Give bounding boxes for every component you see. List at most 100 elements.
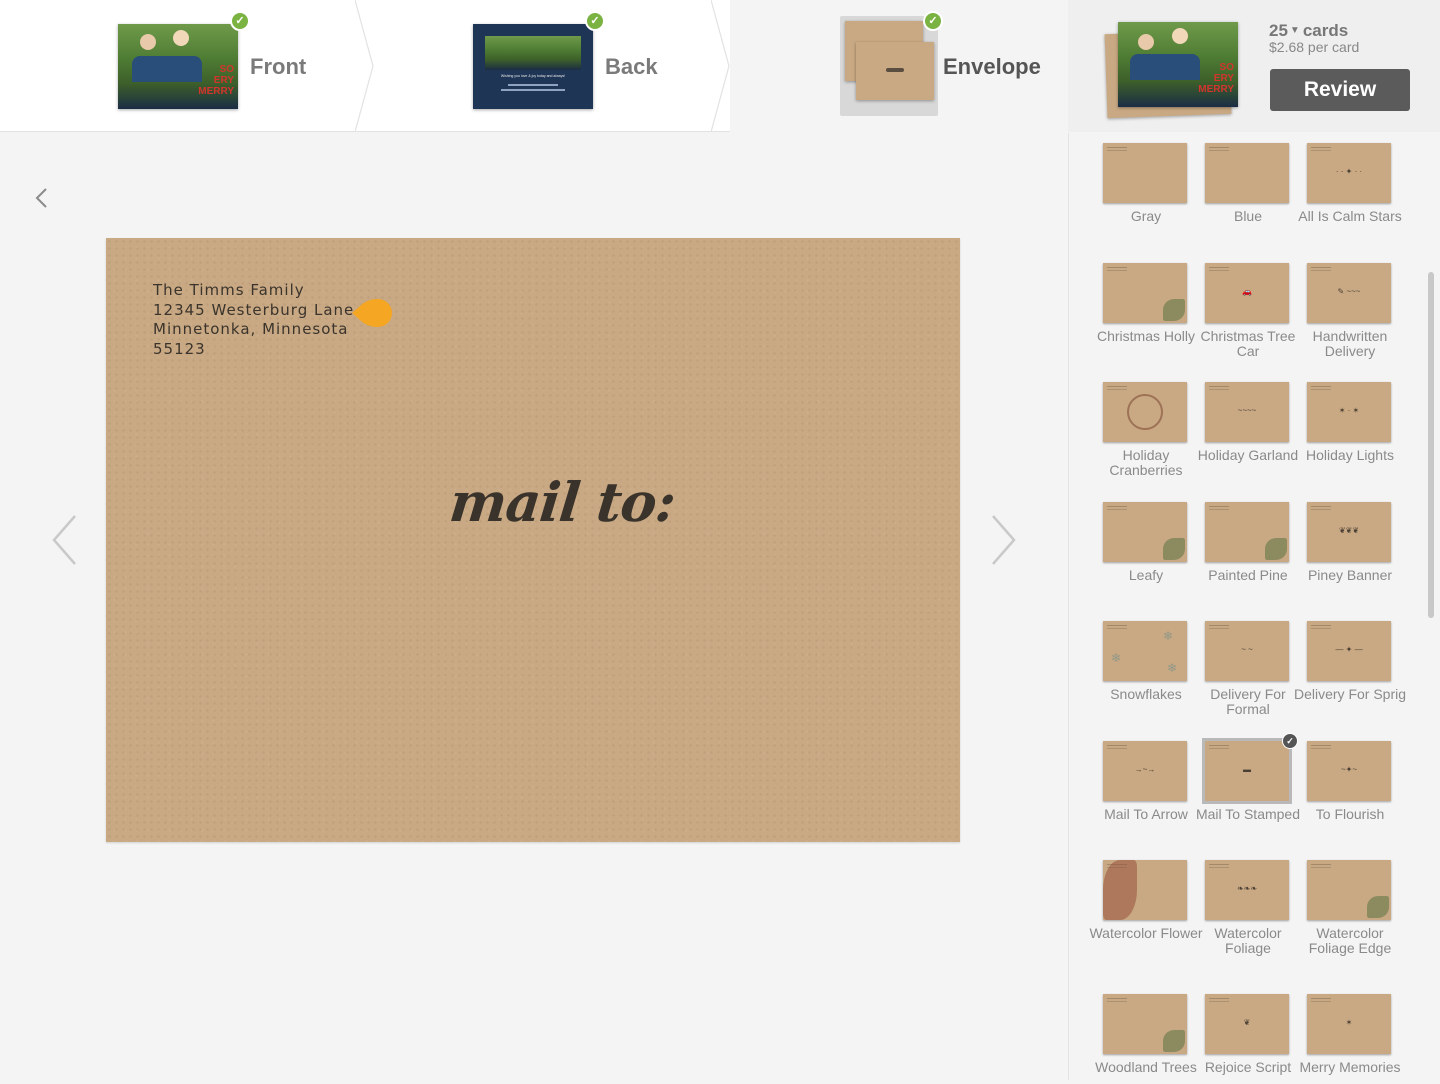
swatch-address-lines	[1209, 745, 1229, 749]
swatch-address-lines	[1209, 147, 1229, 151]
envelope-option-swatch	[1103, 994, 1187, 1054]
envelope-option[interactable]: Watercolor Flower	[1089, 860, 1203, 950]
envelope-option[interactable]: ❧❧❧ Watercolor Foliage	[1202, 860, 1302, 955]
swatch-address-lines	[1209, 386, 1229, 390]
envelope-option-swatch	[1103, 860, 1187, 920]
next-design-chevron-right-icon[interactable]	[988, 514, 1018, 566]
envelope-option[interactable]: ✎ ~~~ Handwritten Delivery	[1304, 263, 1404, 358]
envelope-option[interactable]: 🚗 Christmas Tree Car	[1201, 263, 1302, 358]
envelope-option[interactable]: →~→ Mail To Arrow	[1100, 741, 1200, 831]
swatch-decoration: ✶	[1345, 1018, 1353, 1027]
envelope-option-label: Leafy	[1128, 567, 1164, 583]
envelope-option[interactable]: Christmas Holly	[1097, 263, 1200, 353]
review-button[interactable]: Review	[1270, 69, 1410, 111]
step-divider	[711, 0, 730, 132]
envelope-option[interactable]: ❦ Rejoice Script	[1202, 994, 1302, 1084]
edit-marker-icon[interactable]	[350, 297, 396, 329]
swatch-address-lines	[1311, 267, 1331, 271]
step-back[interactable]: Wishing you love & joy today and always!…	[375, 0, 730, 132]
return-address[interactable]: The Timms Family 12345 Westerburg Lane M…	[153, 281, 354, 359]
envelope-option-swatch: — ✦ —	[1307, 621, 1391, 681]
step-bar: SO ERY MERRY ✓ Front Wishing you love & …	[0, 0, 1440, 132]
swatch-address-lines	[1107, 267, 1127, 271]
quantity-value: 25	[1269, 21, 1288, 40]
step-envelope[interactable]: ✓ Envelope	[730, 0, 1068, 132]
envelope-option[interactable]: Gray	[1100, 143, 1200, 233]
snowflake-icon: ❄	[1163, 629, 1174, 643]
envelope-option-label: Holiday Cranberries	[1109, 447, 1183, 478]
envelope-preview: The Timms Family 12345 Westerburg Lane M…	[106, 238, 960, 842]
chevron-left-icon[interactable]	[30, 186, 54, 210]
envelope-option-swatch: · · ✦ · ·	[1307, 143, 1391, 203]
return-address-line: Minnetonka, Minnesota	[153, 320, 349, 338]
envelope-option[interactable]: ✶ Merry Memories	[1299, 994, 1404, 1084]
envelope-option-label: Woodland Trees	[1095, 1059, 1197, 1075]
swatch-address-lines	[1107, 386, 1127, 390]
envelope-option[interactable]: ▬ Mail To Stamped ✓	[1196, 733, 1302, 831]
envelope-option-swatch: ~~~~	[1205, 382, 1289, 442]
swatch-foliage	[1103, 860, 1137, 920]
swatch-decoration: ~~~~	[1237, 406, 1257, 415]
swatch-decoration: ▬	[1243, 765, 1251, 774]
swatch-address-lines	[1209, 506, 1229, 510]
return-address-line: The Timms Family	[153, 281, 305, 299]
envelope-option[interactable]: ❦❦❦ Piney Banner	[1304, 502, 1404, 592]
envelope-option-label: Snowflakes	[1110, 686, 1182, 702]
envelope-option[interactable]: Watercolor Foliage Edge	[1304, 860, 1404, 955]
envelope-option-label: All Is Calm Stars	[1298, 208, 1402, 224]
envelope-option-label: Christmas Tree Car	[1200, 328, 1296, 359]
back-card-greeting: Wishing you love & joy today and always!	[500, 74, 566, 78]
step-front[interactable]: SO ERY MERRY ✓ Front	[0, 0, 375, 132]
envelope-step-thumbnail	[840, 16, 938, 116]
envelope-option[interactable]: Woodland Trees	[1095, 994, 1200, 1084]
swatch-address-lines	[1107, 147, 1127, 151]
envelope-option-label: Mail To Arrow	[1104, 806, 1188, 822]
swatch-address-lines	[1311, 998, 1331, 1002]
envelope-option-swatch: ✶	[1307, 994, 1391, 1054]
envelope-option-label: Watercolor Flower	[1089, 925, 1203, 941]
selected-check-icon: ✓	[1282, 733, 1298, 749]
swatch-foliage	[1163, 538, 1185, 560]
envelope-option-swatch: ❄ ❄ ❄	[1103, 621, 1187, 681]
quantity-selector[interactable]: 25 ▼ cards	[1269, 21, 1348, 41]
panel-scrollbar[interactable]	[1428, 272, 1434, 618]
envelope-option[interactable]: Leafy	[1100, 502, 1200, 592]
order-summary: SO ERY MERRY	[1068, 0, 1440, 132]
front-card-text-line: SO	[219, 64, 234, 75]
return-address-line: 12345 Westerburg Lane	[153, 300, 355, 319]
swatch-address-lines	[1107, 998, 1127, 1002]
envelope-option[interactable]: Holiday Cranberries	[1100, 382, 1200, 477]
envelope-option-label: Gray	[1130, 208, 1162, 224]
check-icon: ✓	[230, 11, 250, 31]
swatch-address-lines	[1311, 745, 1331, 749]
envelope-option-label: Merry Memories	[1299, 1059, 1401, 1075]
envelope-option-label: Watercolor Foliage	[1214, 925, 1282, 956]
envelope-option[interactable]: ~~~~ Holiday Garland	[1198, 382, 1302, 472]
envelope-option[interactable]: ~ ~ Delivery For Formal	[1202, 621, 1302, 716]
prev-design-chevron-left-icon[interactable]	[50, 514, 80, 566]
envelope-option[interactable]: Painted Pine	[1202, 502, 1302, 592]
envelope-option[interactable]: — ✦ — Delivery For Sprig	[1294, 621, 1406, 711]
envelope-option-label: Painted Pine	[1208, 567, 1288, 583]
step-divider	[355, 0, 374, 132]
envelope-option[interactable]: ❄ ❄ ❄ Snowflakes	[1100, 621, 1200, 711]
quantity-unit: cards	[1302, 21, 1349, 40]
envelope-option[interactable]: ~✦~ To Flourish	[1304, 741, 1404, 831]
envelope-option-label: Piney Banner	[1307, 567, 1393, 583]
envelope-option-swatch: ✶ · ✶	[1307, 382, 1391, 442]
step-envelope-label: Envelope	[943, 54, 1041, 79]
envelope-option-swatch	[1103, 263, 1187, 323]
envelope-option[interactable]: Blue	[1202, 143, 1302, 233]
swatch-address-lines	[1311, 864, 1331, 868]
envelope-option-swatch: ❧❧❧	[1205, 860, 1289, 920]
envelope-option[interactable]: ✶ · ✶ Holiday Lights	[1304, 382, 1404, 472]
envelope-option-swatch	[1205, 502, 1289, 562]
swatch-decoration: ~✦~	[1340, 765, 1358, 774]
mail-to-label: mail to:	[446, 470, 679, 534]
envelope-option-label: Holiday Garland	[1197, 447, 1299, 463]
swatch-address-lines	[1209, 864, 1229, 868]
snowflake-icon: ❄	[1167, 661, 1178, 675]
envelope-option[interactable]: · · ✦ · · All Is Calm Stars	[1298, 143, 1404, 233]
swatch-decoration: ~ ~	[1241, 645, 1253, 654]
swatch-address-lines	[1209, 267, 1229, 271]
